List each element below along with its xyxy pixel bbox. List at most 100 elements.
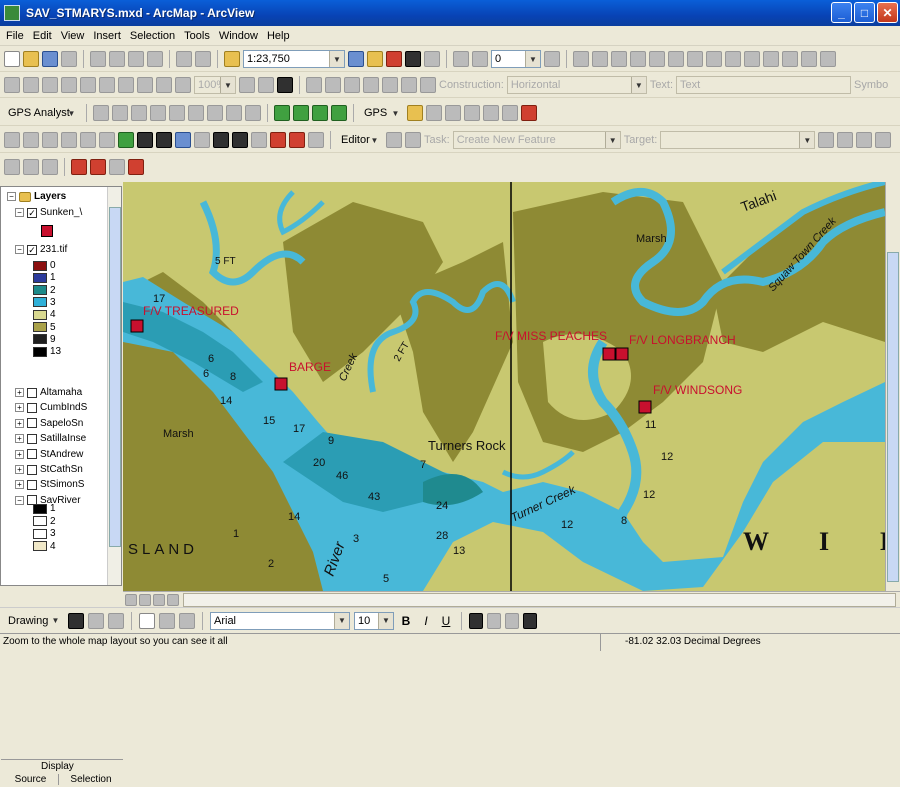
copy-icon[interactable] [109, 51, 125, 67]
expand-box[interactable]: + [15, 388, 24, 397]
underline-button[interactable]: U [438, 614, 454, 628]
layers-frame-row[interactable]: − Layers [7, 191, 66, 202]
text-input[interactable]: Text [676, 76, 852, 94]
layout-page-icon[interactable] [137, 77, 153, 93]
cut-icon[interactable] [90, 51, 106, 67]
find-binoculars-icon[interactable] [232, 132, 248, 148]
gps-menu[interactable]: GPS ▼ [360, 104, 404, 122]
layout-tool-icon[interactable] [725, 51, 741, 67]
dropdown-arrow-icon[interactable]: ▼ [388, 105, 403, 121]
select-features-icon[interactable] [175, 132, 191, 148]
edit-tool-icon[interactable] [837, 132, 854, 148]
layer-row[interactable]: − ✓ Sunken_\ [15, 207, 82, 218]
back-arrow-icon[interactable] [137, 132, 153, 148]
layout-page-icon[interactable] [118, 77, 134, 93]
layout-tool-icon[interactable] [801, 51, 817, 67]
marker-tool-icon[interactable] [90, 158, 106, 175]
gps-analyst-menu[interactable]: GPS Analyst ▼ [4, 104, 80, 122]
task-combo[interactable]: Create New Feature ▼ [452, 131, 621, 149]
layer-row[interactable]: + StSimonS [15, 479, 84, 490]
editor-menu[interactable]: Editor ▼ [337, 131, 383, 149]
dropdown-arrow-icon[interactable]: ▼ [604, 132, 620, 148]
gps-flag-icon[interactable] [293, 105, 309, 121]
zoom-in-icon[interactable] [4, 132, 20, 148]
gps-tool-icon[interactable] [483, 105, 499, 121]
font-color-icon[interactable] [469, 612, 483, 629]
layout-zoom-combo[interactable]: 100% ▼ [194, 76, 236, 94]
menu-help[interactable]: Help [267, 30, 290, 42]
trace-tool-icon[interactable] [42, 158, 58, 175]
layout-view-icon[interactable] [139, 593, 151, 606]
wreck-marker-icon[interactable] [638, 400, 652, 414]
gps-tool-icon[interactable] [150, 105, 166, 121]
refresh-view-icon[interactable] [153, 593, 165, 606]
pause-drawing-icon[interactable] [167, 593, 179, 606]
annotation-tool-icon[interactable] [382, 77, 398, 93]
dropdown-arrow-icon[interactable]: ▼ [799, 132, 815, 148]
layout-page-icon[interactable] [42, 77, 58, 93]
layer-row[interactable]: + SatillaInse [15, 433, 86, 444]
new-text-icon[interactable] [159, 612, 175, 629]
annotation-tool-icon[interactable] [306, 77, 322, 93]
expand-box[interactable]: − [15, 495, 24, 505]
layer-checkbox[interactable] [27, 402, 37, 413]
gps-tool-icon[interactable] [131, 105, 147, 121]
menu-view[interactable]: View [61, 30, 85, 42]
italic-button[interactable]: I [418, 614, 434, 628]
layout-tool-icon[interactable] [668, 51, 684, 67]
bold-button[interactable]: B [398, 614, 414, 628]
layer-row[interactable]: + SapeloSn [15, 418, 83, 429]
layout-page-icon[interactable] [175, 77, 191, 93]
layer-row[interactable]: + StCathSn [15, 464, 83, 475]
edit-tool-icon[interactable] [386, 132, 402, 148]
line-color-icon[interactable] [505, 612, 519, 629]
tab-source[interactable]: Source [3, 774, 59, 785]
gps-tool-icon[interactable] [112, 105, 128, 121]
layer-checkbox[interactable]: ✓ [27, 207, 37, 218]
font-size-combo[interactable]: 10 ▼ [354, 611, 394, 630]
dropdown-arrow-icon[interactable]: ▼ [630, 77, 646, 93]
rectangle-tool-icon[interactable] [139, 612, 155, 629]
forward-arrow-icon[interactable] [156, 132, 172, 148]
wreck-marker-icon[interactable] [274, 377, 288, 391]
arcmap-app-icon[interactable] [4, 5, 20, 21]
open-folder-icon[interactable] [23, 51, 39, 67]
select-elements-icon[interactable] [194, 132, 210, 148]
layer-row[interactable]: + StAndrew [15, 449, 83, 460]
gps-flag-icon[interactable] [312, 105, 328, 121]
expand-box[interactable]: + [15, 465, 24, 474]
layout-tool-icon[interactable] [744, 51, 760, 67]
layout-page-icon[interactable] [239, 77, 255, 93]
globe-icon[interactable] [118, 132, 134, 148]
trace-tool-icon[interactable] [23, 158, 39, 175]
gps-tool-icon[interactable] [464, 105, 480, 121]
arccatalog-icon[interactable] [386, 51, 402, 67]
layout-page-icon[interactable] [4, 77, 20, 93]
map-horizontal-scrollbar[interactable] [183, 592, 896, 607]
wreck-marker-icon[interactable] [615, 347, 629, 361]
map-scale-combo[interactable]: 1:23,750 ▼ [243, 50, 345, 68]
fill-color-icon[interactable] [487, 612, 501, 629]
layout-tool-icon[interactable] [573, 51, 589, 67]
data-view-icon[interactable] [125, 593, 137, 606]
gps-tool-icon[interactable] [188, 105, 204, 121]
add-data-icon[interactable] [224, 51, 240, 67]
tab-selection[interactable]: Selection [63, 774, 119, 785]
gps-tool-icon[interactable] [169, 105, 185, 121]
dropdown-arrow-icon[interactable]: ▼ [220, 77, 235, 93]
command-line-icon[interactable] [405, 51, 421, 67]
layer-checkbox[interactable] [27, 433, 37, 444]
annotation-tool-icon[interactable] [363, 77, 379, 93]
hyperlink-icon[interactable] [270, 132, 286, 148]
dropdown-arrow-icon[interactable]: ▼ [64, 105, 79, 121]
dropdown-arrow-icon[interactable]: ▼ [329, 51, 344, 67]
target-combo[interactable]: ▼ [660, 131, 816, 149]
scroll-thumb[interactable] [109, 207, 121, 547]
dropdown-arrow-icon[interactable]: ▼ [367, 132, 382, 148]
redo-icon[interactable] [195, 51, 211, 67]
dropdown-arrow-icon[interactable]: ▼ [525, 51, 540, 67]
layout-tool-icon[interactable] [687, 51, 703, 67]
layer-row[interactable]: − ✓ 231.tif [15, 244, 67, 255]
menu-window[interactable]: Window [219, 30, 258, 42]
layout-tool-icon[interactable] [630, 51, 646, 67]
